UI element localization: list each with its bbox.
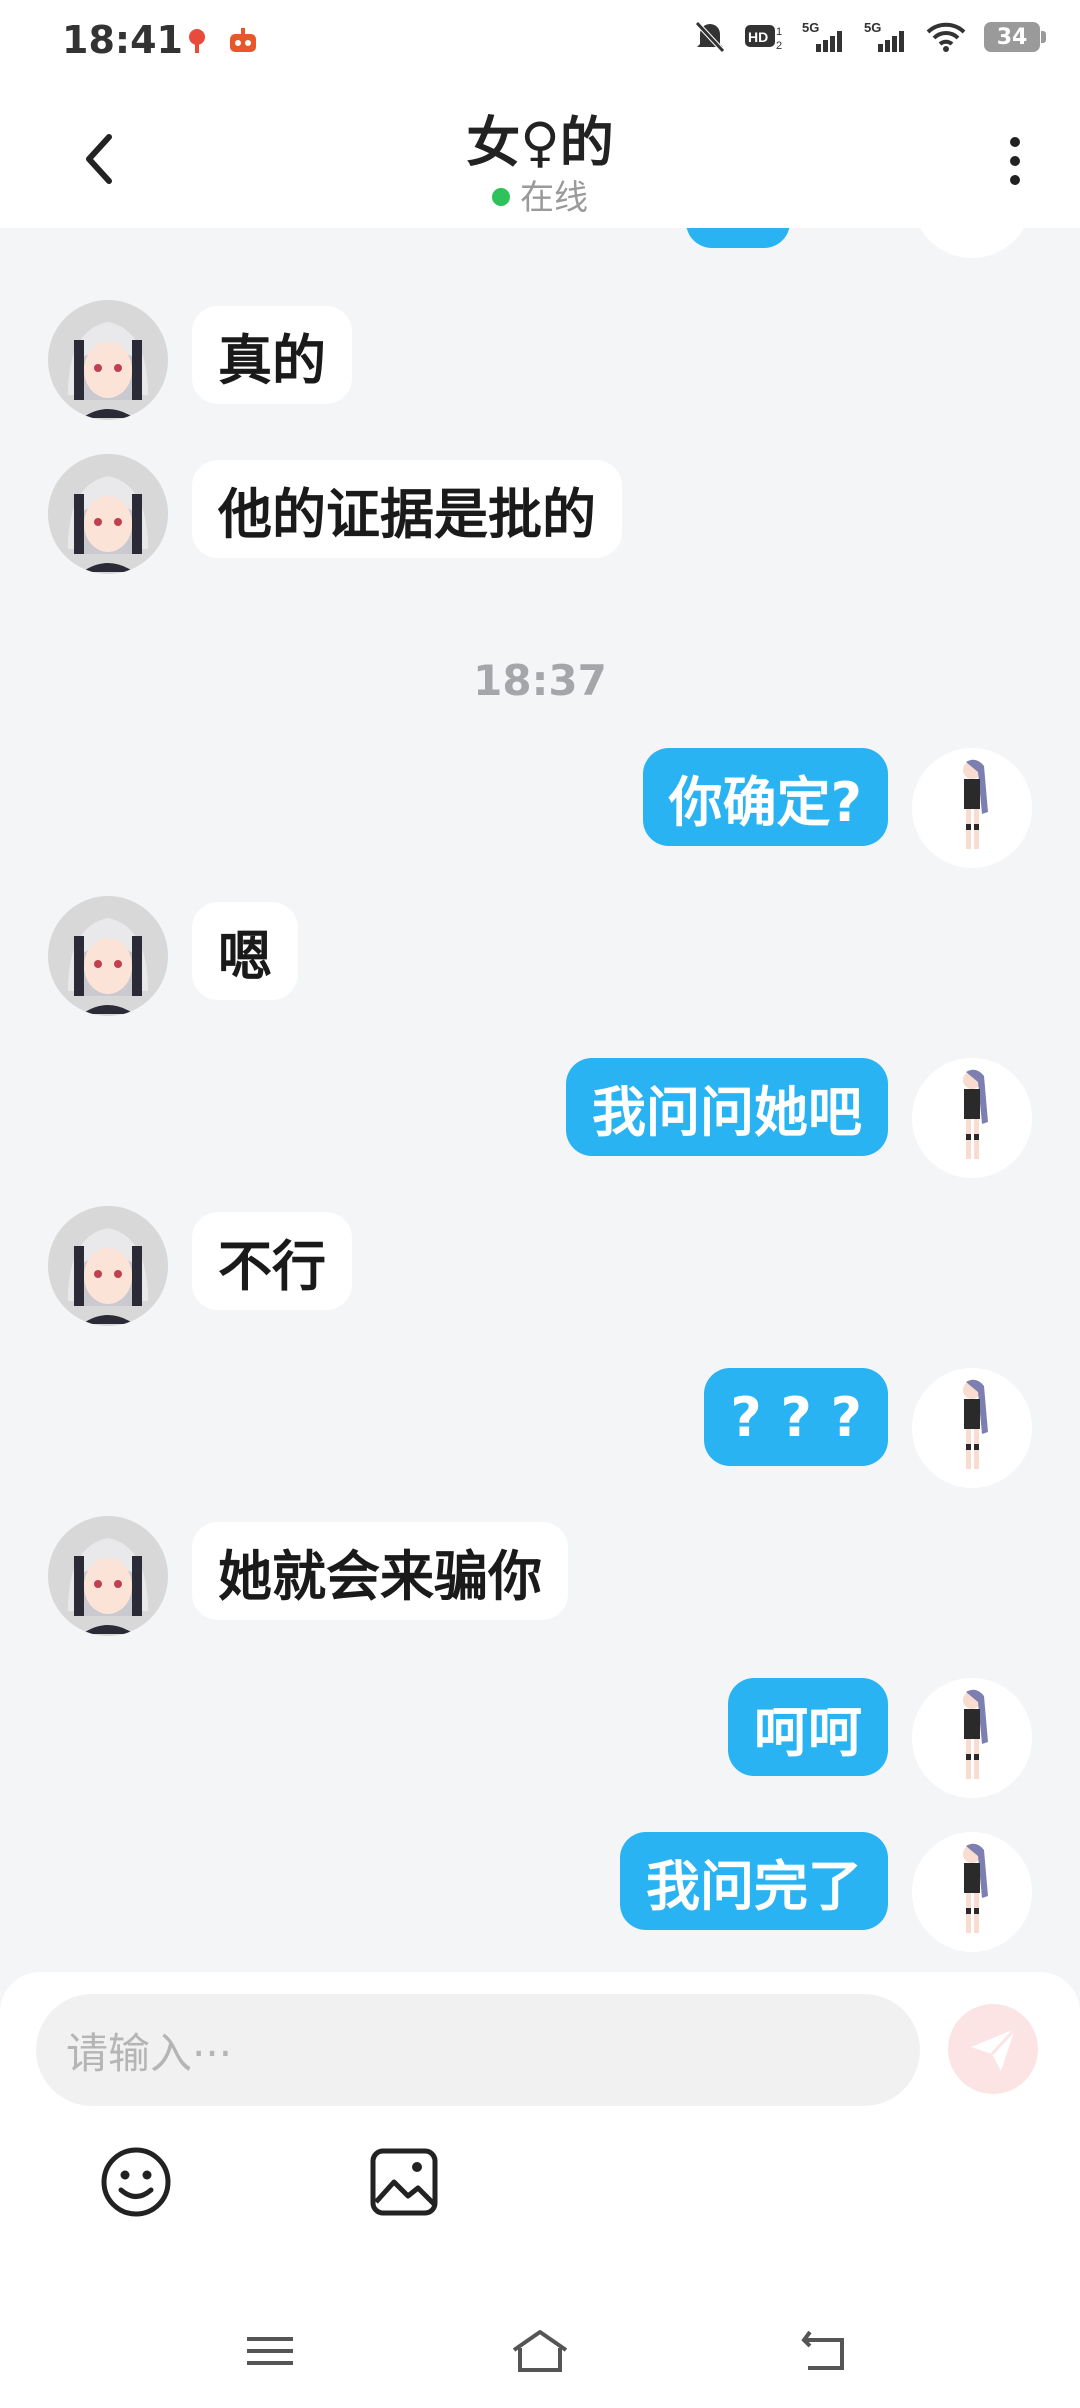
- self-avatar[interactable]: [912, 1368, 1032, 1488]
- back-nav-button[interactable]: [790, 2316, 860, 2386]
- status-bar: 18:41 HD 1 2 5G 5G 34: [0, 0, 1080, 86]
- svg-text:5G: 5G: [802, 20, 819, 35]
- chat-header: 女♀的 在线: [0, 86, 1080, 228]
- wifi-icon: [926, 21, 966, 53]
- image-button[interactable]: [364, 2142, 444, 2222]
- message-row: 真的: [0, 300, 1080, 426]
- incoming-message-bubble[interactable]: 她就会来骗你: [192, 1522, 568, 1620]
- chat-history[interactable]: 真的 他的证据是批的 18:37 你确定? 嗯 我问问她吧 不行 ? ? ? 她…: [0, 228, 1080, 1972]
- incoming-message-bubble[interactable]: 不行: [192, 1212, 352, 1310]
- message-row: ? ? ?: [0, 1368, 1080, 1488]
- self-avatar[interactable]: [912, 748, 1032, 868]
- presence-status: 在线: [0, 170, 1080, 219]
- svg-text:1: 1: [776, 26, 782, 38]
- hd-icon: HD 1 2: [744, 21, 784, 53]
- message-row: 不行: [0, 1206, 1080, 1332]
- mute-bell-icon: [694, 20, 726, 54]
- home-nav-button[interactable]: [505, 2316, 575, 2386]
- svg-text:2: 2: [776, 40, 782, 52]
- contact-avatar[interactable]: [48, 300, 168, 420]
- incoming-message-bubble[interactable]: 嗯: [192, 902, 298, 1000]
- contact-avatar[interactable]: [48, 1516, 168, 1636]
- outgoing-message-bubble[interactable]: 你确定?: [642, 748, 888, 846]
- incoming-message-bubble[interactable]: 他的证据是批的: [192, 460, 622, 558]
- message-row: 我问完了: [0, 1832, 1080, 1952]
- battery-level: 34: [996, 24, 1028, 50]
- message-row: 你确定?: [0, 748, 1080, 868]
- menu-icon: [247, 2337, 293, 2365]
- outgoing-message-bubble[interactable]: 我问问她吧: [566, 1058, 888, 1156]
- status-time: 18:41: [62, 18, 183, 62]
- contact-avatar[interactable]: [48, 896, 168, 1016]
- svg-text:5G: 5G: [864, 20, 881, 35]
- incoming-message-bubble[interactable]: 真的: [192, 306, 352, 404]
- self-avatar[interactable]: [912, 1058, 1032, 1178]
- message-input[interactable]: 请输入···: [36, 1994, 920, 2106]
- home-icon: [512, 2330, 568, 2372]
- game-app-icon: [228, 26, 258, 56]
- map-pin-app-icon: [182, 26, 212, 56]
- contact-name: 女♀的: [466, 111, 614, 174]
- self-avatar[interactable]: [912, 1678, 1032, 1798]
- signal-5g-icon: 5G: [802, 20, 846, 54]
- time-separator: 18:37: [473, 656, 607, 705]
- message-row: 呵呵: [0, 1678, 1080, 1798]
- send-button[interactable]: [948, 2004, 1038, 2094]
- outgoing-message-bubble[interactable]: 我问完了: [620, 1832, 888, 1930]
- message-row: 她就会来骗你: [0, 1516, 1080, 1642]
- system-nav-bar: [0, 2290, 1080, 2408]
- paper-plane-icon: [971, 2027, 1017, 2071]
- self-avatar[interactable]: [912, 228, 1032, 258]
- smile-icon: [101, 2147, 171, 2217]
- battery-icon: 34: [984, 22, 1046, 52]
- svg-text:HD: HD: [748, 29, 768, 45]
- more-options-button[interactable]: [990, 126, 1040, 196]
- outgoing-message-bubble[interactable]: 呵呵: [728, 1678, 888, 1776]
- message-row: 我问问她吧: [0, 1058, 1080, 1178]
- contact-avatar[interactable]: [48, 1206, 168, 1326]
- signal-5g-icon-2: 5G: [864, 20, 908, 54]
- menu-nav-button[interactable]: [235, 2316, 305, 2386]
- back-icon: [801, 2330, 844, 2370]
- self-avatar[interactable]: [912, 1832, 1032, 1952]
- contact-avatar[interactable]: [48, 454, 168, 574]
- message-row: 嗯: [0, 896, 1080, 1022]
- partial-outgoing-bubble: [686, 228, 790, 248]
- message-row: 他的证据是批的: [0, 454, 1080, 580]
- presence-label: 在线: [520, 178, 588, 218]
- image-icon: [370, 2148, 438, 2216]
- online-dot-icon: [492, 187, 510, 206]
- status-icons: HD 1 2 5G 5G 34: [694, 20, 1046, 54]
- outgoing-message-bubble[interactable]: ? ? ?: [704, 1368, 888, 1466]
- emoji-button[interactable]: [96, 2142, 176, 2222]
